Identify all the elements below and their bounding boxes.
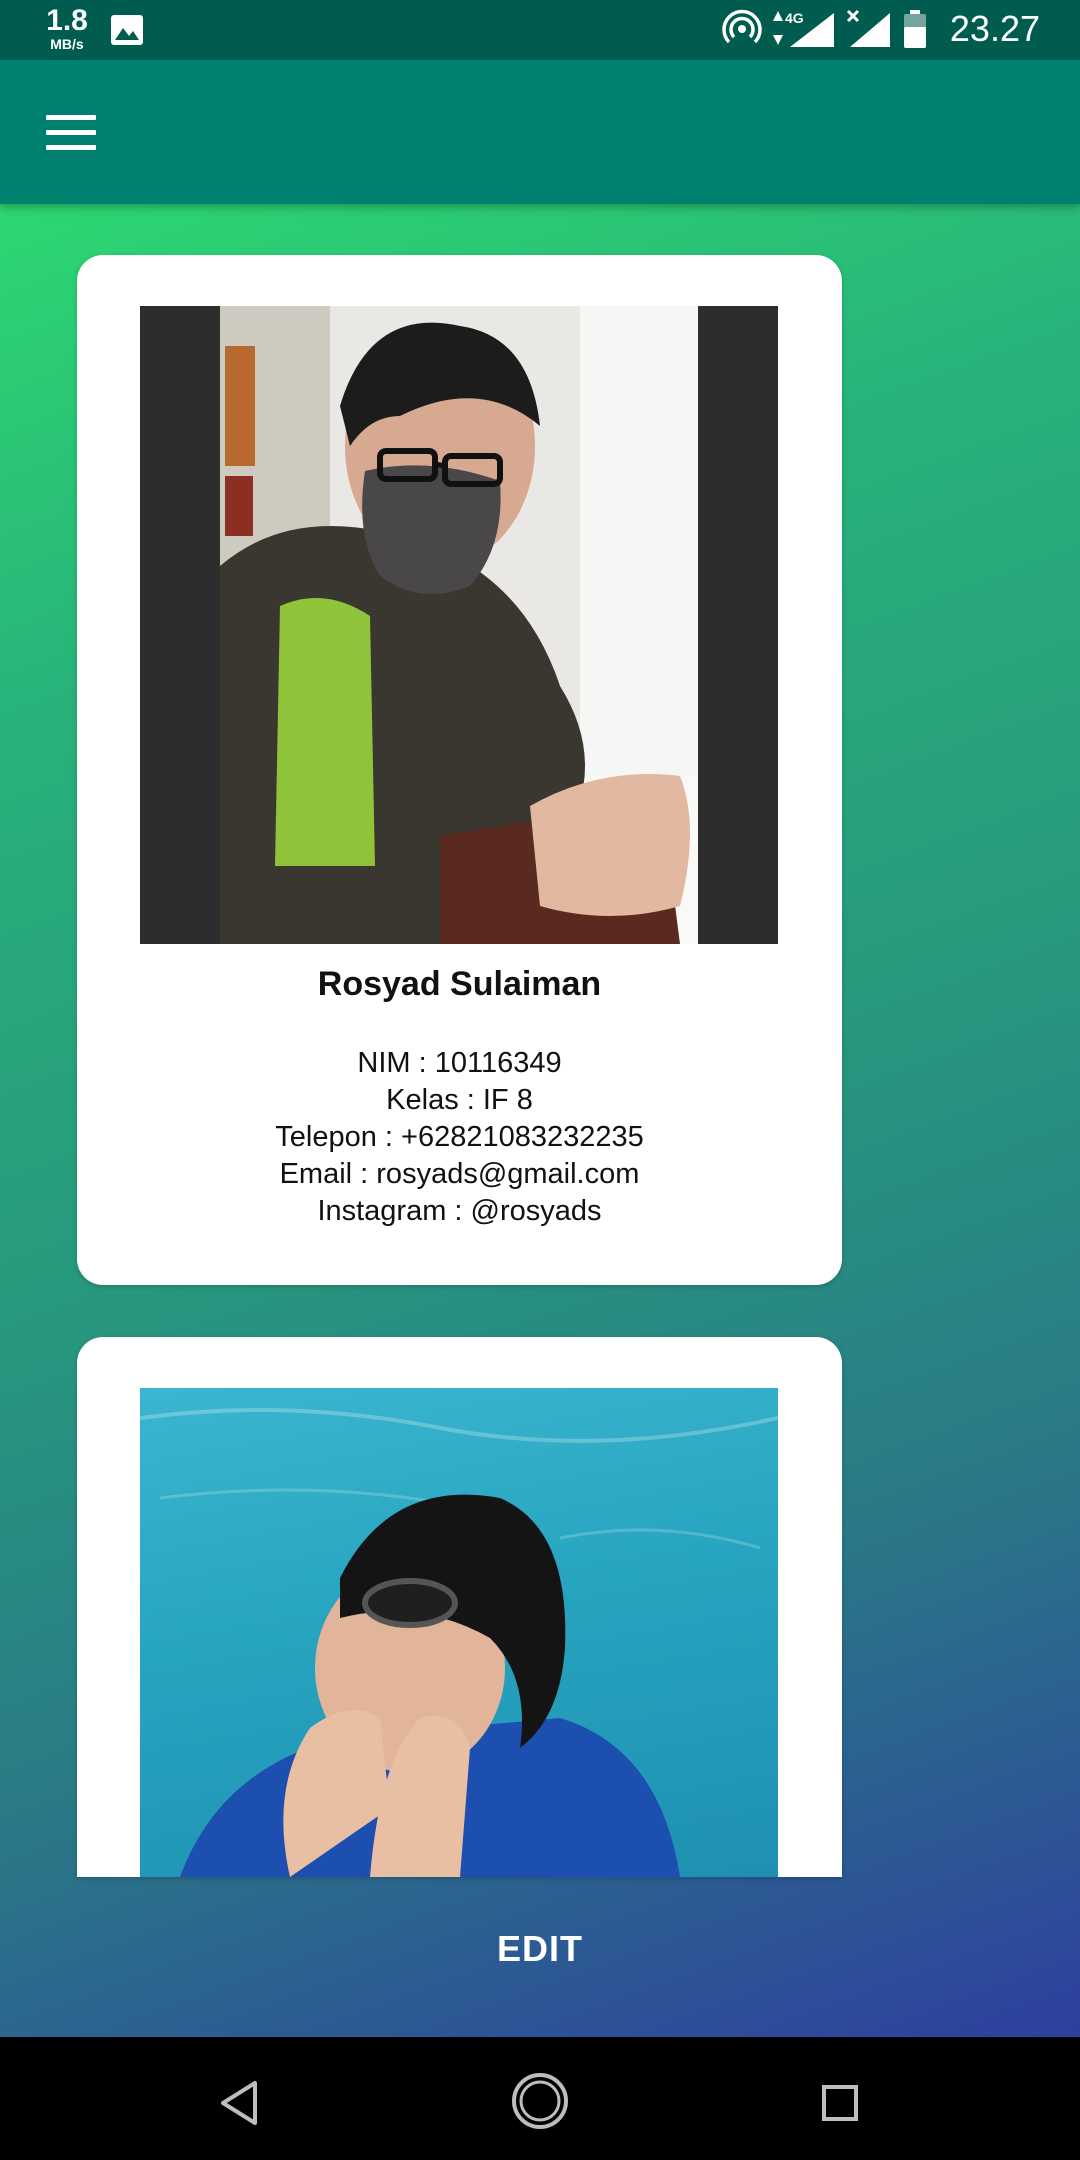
clock: 23.27 xyxy=(949,8,1040,49)
network-speed: 1.8 MB/s xyxy=(42,4,92,52)
battery-icon xyxy=(903,10,926,48)
hotspot-icon xyxy=(722,9,762,44)
signal-no-service-icon xyxy=(846,9,890,47)
back-icon[interactable] xyxy=(211,2073,271,2133)
hamburger-menu-icon[interactable] xyxy=(46,115,96,151)
profile-instagram: Instagram : @rosyads xyxy=(317,1195,602,1227)
profile-details: NIM : 10116349 Kelas : IF 8 Telepon : +6… xyxy=(77,1045,842,1230)
network-type-label: 4G xyxy=(785,10,804,26)
network-speed-value: 1.8 xyxy=(46,4,88,37)
network-speed-unit: MB/s xyxy=(50,36,84,52)
toolbar xyxy=(0,60,1080,204)
app-background: 1.8 MB/s 4G 23.27 Rosyad Sulaiman NIM: … xyxy=(0,0,1080,2037)
gallery-notification-icon xyxy=(111,15,143,45)
status-icons: 4G 23.27 xyxy=(722,8,1040,50)
profile-photo-image xyxy=(140,306,778,944)
profile-nim: NIM : 10116349 xyxy=(357,1047,562,1079)
profile-telepon: Telepon : +62821083232235 xyxy=(275,1121,644,1153)
profile-card: Rosyad Sulaiman NIM : 10116349 Kelas : I… xyxy=(77,255,842,1285)
profile-photo-image xyxy=(140,1408,778,1877)
edit-button[interactable]: EDIT xyxy=(0,1928,1080,1988)
profile-kelas: Kelas : IF 8 xyxy=(386,1084,533,1116)
status-bar: 1.8 MB/s 4G 23.27 xyxy=(0,0,1080,60)
profile-photo xyxy=(140,306,778,944)
profile-photo xyxy=(140,1388,778,1877)
recents-icon[interactable] xyxy=(810,2073,870,2133)
profile-card xyxy=(77,1337,842,1877)
home-icon[interactable] xyxy=(510,2071,570,2131)
profile-email: Email : rosyads@gmail.com xyxy=(279,1158,640,1190)
mobile-data-4g-icon: 4G xyxy=(772,10,834,47)
profile-name: Rosyad Sulaiman xyxy=(317,965,602,1003)
navigation-bar xyxy=(0,2037,1080,2160)
